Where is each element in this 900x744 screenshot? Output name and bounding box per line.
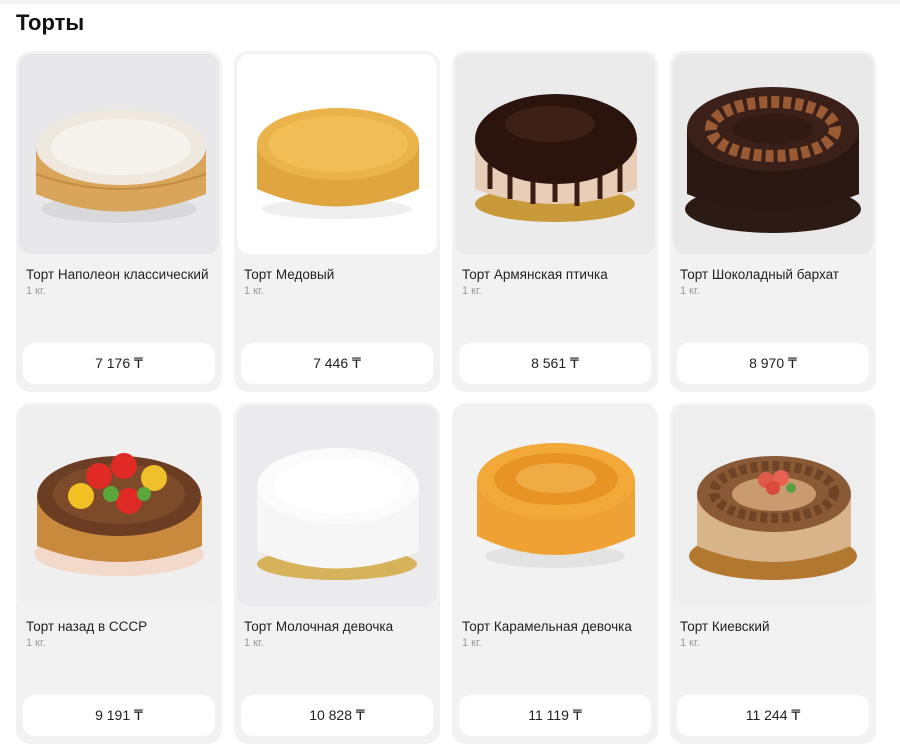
product-weight: 1 кг. bbox=[462, 637, 482, 649]
product-weight: 1 кг. bbox=[26, 637, 46, 649]
product-name[interactable]: Торт Армянская птичка bbox=[462, 267, 608, 282]
product-name[interactable]: Торт назад в СССР bbox=[26, 619, 147, 634]
product-weight: 1 кг. bbox=[680, 285, 700, 297]
product-card[interactable]: Торт Молочная девочка 1 кг. 10 828 ₸ bbox=[234, 403, 440, 744]
top-divider bbox=[0, 0, 900, 4]
product-name[interactable]: Торт Молочная девочка bbox=[244, 619, 393, 634]
product-card[interactable]: Торт Шоколадный бархат 1 кг. 8 970 ₸ bbox=[670, 51, 876, 392]
price-button[interactable]: 8 561 ₸ bbox=[459, 343, 651, 384]
product-image-chocolate-velvet-cake[interactable] bbox=[673, 54, 873, 254]
product-card[interactable]: Торт Армянская птичка 1 кг. 8 561 ₸ bbox=[452, 51, 658, 392]
product-name[interactable]: Торт Наполеон классический bbox=[26, 267, 209, 282]
price-button[interactable]: 11 244 ₸ bbox=[677, 695, 869, 736]
price-button[interactable]: 7 176 ₸ bbox=[23, 343, 215, 384]
product-image-honey-cake[interactable] bbox=[237, 54, 437, 254]
price-button[interactable]: 11 119 ₸ bbox=[459, 695, 651, 736]
product-name[interactable]: Торт Карамельная девочка bbox=[462, 619, 632, 634]
product-weight: 1 кг. bbox=[244, 637, 264, 649]
price-button[interactable]: 7 446 ₸ bbox=[241, 343, 433, 384]
product-card[interactable]: Торт Медовый 1 кг. 7 446 ₸ bbox=[234, 51, 440, 392]
product-weight: 1 кг. bbox=[462, 285, 482, 297]
product-name[interactable]: Торт Шоколадный бархат bbox=[680, 267, 839, 282]
product-weight: 1 кг. bbox=[244, 285, 264, 297]
product-name[interactable]: Торт Киевский bbox=[680, 619, 770, 634]
product-image-caramel-girl-cake[interactable] bbox=[455, 406, 655, 606]
price-button[interactable]: 9 191 ₸ bbox=[23, 695, 215, 736]
product-card[interactable]: Торт Карамельная девочка 1 кг. 11 119 ₸ bbox=[452, 403, 658, 744]
product-card[interactable]: Торт Киевский 1 кг. 11 244 ₸ bbox=[670, 403, 876, 744]
product-name[interactable]: Торт Медовый bbox=[244, 267, 334, 282]
product-weight: 1 кг. bbox=[26, 285, 46, 297]
product-image-ussr-cake[interactable] bbox=[19, 406, 219, 606]
product-card[interactable]: Торт Наполеон классический 1 кг. 7 176 ₸ bbox=[16, 51, 222, 392]
product-image-napoleon-cake[interactable] bbox=[19, 54, 219, 254]
product-card[interactable]: Торт назад в СССР 1 кг. 9 191 ₸ bbox=[16, 403, 222, 744]
price-button[interactable]: 8 970 ₸ bbox=[677, 343, 869, 384]
price-button[interactable]: 10 828 ₸ bbox=[241, 695, 433, 736]
product-grid: Торт Наполеон классический 1 кг. 7 176 ₸… bbox=[16, 51, 876, 744]
product-image-milk-girl-cake[interactable] bbox=[237, 406, 437, 606]
section-title: Торты bbox=[16, 10, 85, 35]
product-weight: 1 кг. bbox=[680, 637, 700, 649]
product-image-kiev-cake[interactable] bbox=[673, 406, 873, 606]
product-image-armenian-bird-cake[interactable] bbox=[455, 54, 655, 254]
